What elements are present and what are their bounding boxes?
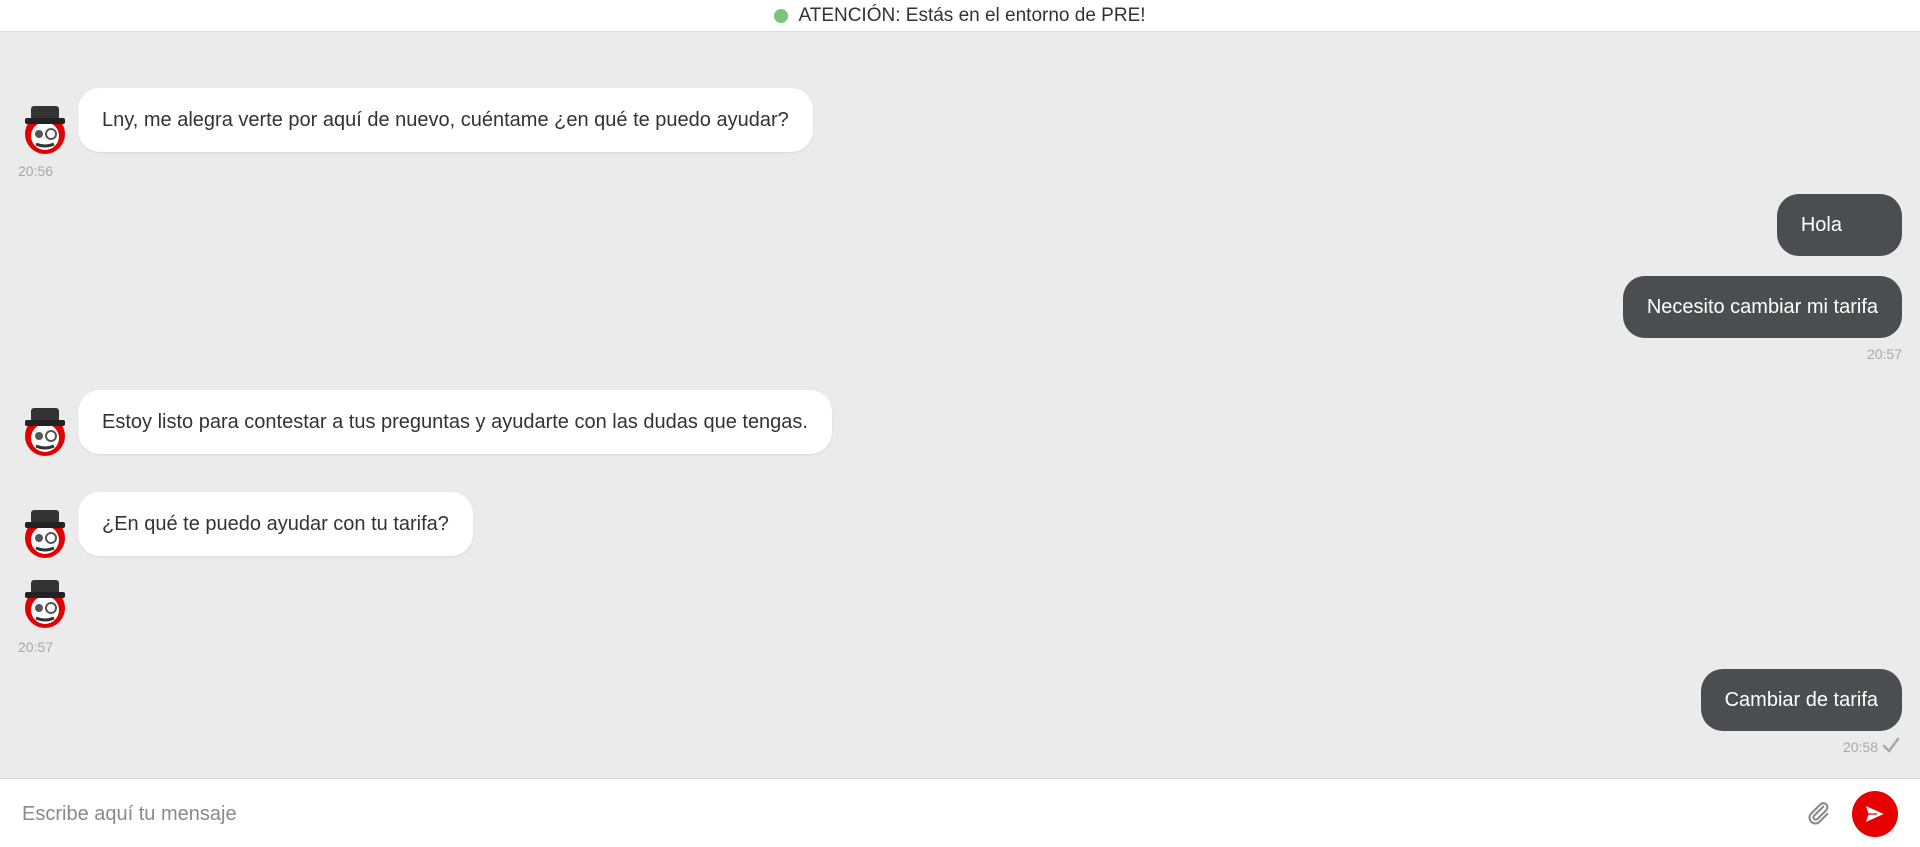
user-message: Hola xyxy=(1776,194,1902,256)
message-composer xyxy=(0,778,1920,847)
robot-mascot-icon xyxy=(25,106,65,154)
environment-banner: ATENCIÓN: Estás en el entorno de PRE! xyxy=(0,0,1920,32)
message-input[interactable] xyxy=(20,795,1764,833)
bot-avatar xyxy=(20,406,70,456)
bot-timestamp: 20:56 xyxy=(18,163,54,179)
bot-avatar xyxy=(20,104,70,154)
send-icon xyxy=(1864,804,1886,824)
bot-timestamp: 20:57 xyxy=(18,639,54,655)
chat-area[interactable]: Lny, me alegra verte por aquí de nuevo, … xyxy=(0,32,1920,777)
paperclip-icon xyxy=(1808,802,1829,825)
read-check-icon xyxy=(1882,737,1900,753)
user-message: Cambiar de tarifa xyxy=(1700,669,1902,731)
attach-button[interactable] xyxy=(1804,799,1832,827)
bot-avatar xyxy=(20,508,70,558)
robot-mascot-icon xyxy=(25,580,65,628)
user-timestamp: 20:57 xyxy=(1866,346,1902,362)
send-button[interactable] xyxy=(1852,791,1898,837)
bot-avatar xyxy=(20,578,70,628)
robot-mascot-icon xyxy=(25,510,65,558)
banner-text: ATENCIÓN: Estás en el entorno de PRE! xyxy=(798,4,1146,26)
bot-message: Lny, me alegra verte por aquí de nuevo, … xyxy=(78,88,813,152)
bot-message: Estoy listo para contestar a tus pregunt… xyxy=(78,390,832,454)
status-dot-icon xyxy=(774,8,789,23)
bot-message: ¿En qué te puedo ayudar con tu tarifa? xyxy=(78,492,473,556)
user-message: Necesito cambiar mi tarifa xyxy=(1622,276,1902,338)
user-timestamp: 20:58 xyxy=(1842,739,1878,755)
robot-mascot-icon xyxy=(25,408,65,456)
